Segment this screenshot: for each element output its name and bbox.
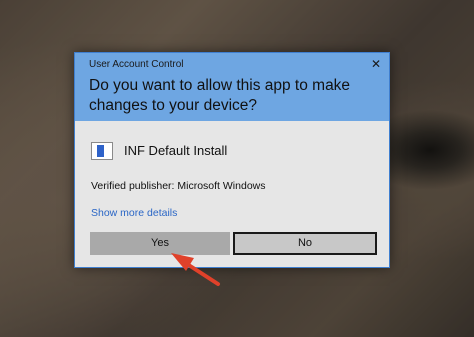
installer-window-icon: [91, 142, 113, 160]
show-more-details-link[interactable]: Show more details: [91, 207, 177, 219]
uac-dialog: User Account Control ✕ Do you want to al…: [74, 52, 390, 268]
close-button[interactable]: ✕: [367, 56, 385, 72]
yes-button[interactable]: Yes: [90, 232, 230, 255]
permission-question: Do you want to allow this app to make ch…: [89, 77, 351, 114]
dialog-title: User Account Control: [89, 59, 184, 70]
dialog-header: User Account Control ✕ Do you want to al…: [75, 53, 389, 121]
no-button[interactable]: No: [233, 232, 377, 255]
publisher-text: Verified publisher: Microsoft Windows: [91, 180, 266, 192]
app-name: INF Default Install: [124, 143, 228, 158]
